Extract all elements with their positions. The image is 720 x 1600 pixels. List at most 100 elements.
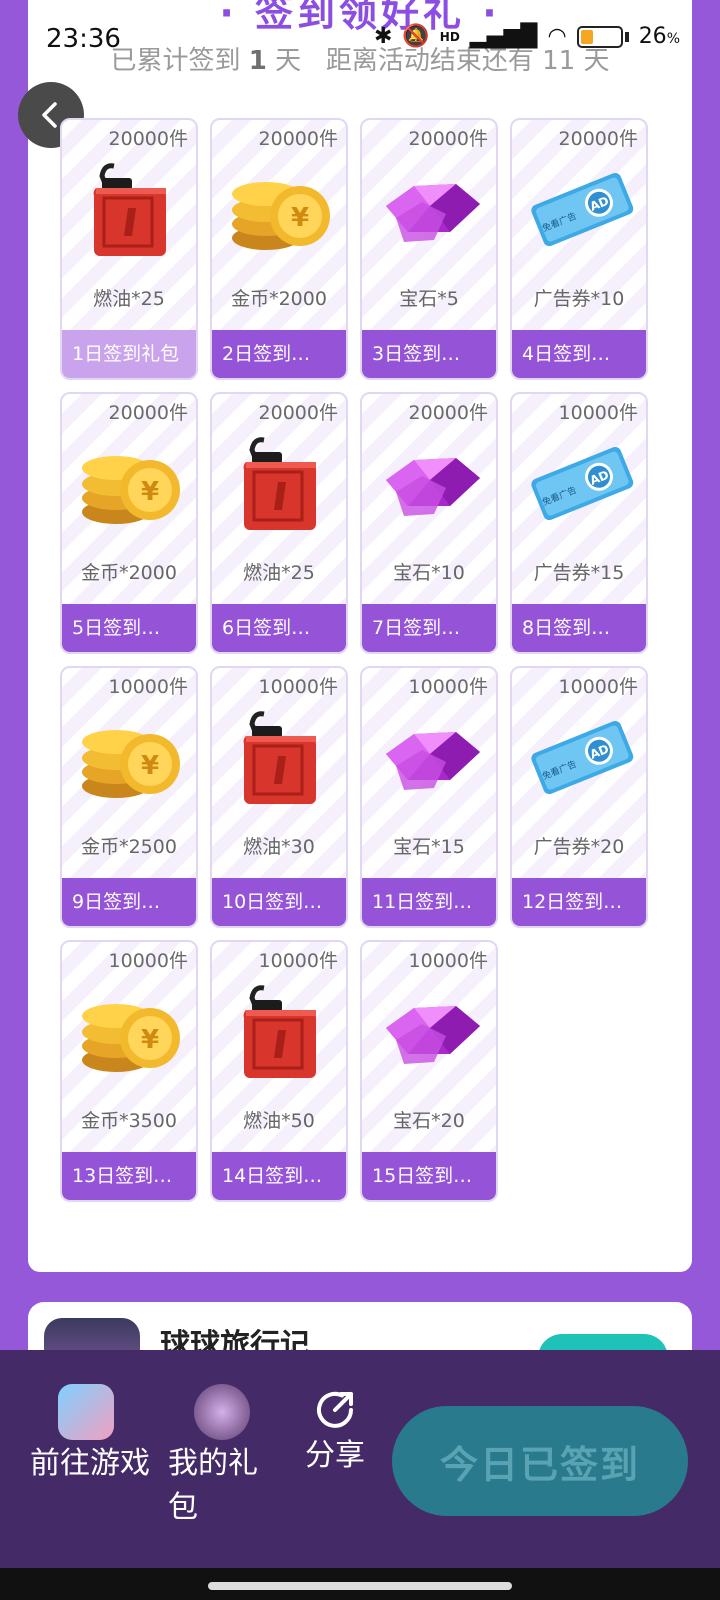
gem-icon [376, 976, 486, 1086]
battery-percent: 26% [638, 24, 680, 49]
reward-day-label: 15日签到… [362, 1152, 496, 1200]
reward-name: 金币*2500 [81, 836, 177, 858]
mute-icon: 🔕 [402, 24, 430, 49]
reward-stock: 20000件 [108, 402, 188, 424]
hd-label: HD [439, 29, 460, 44]
gem-icon [376, 154, 486, 264]
reward-name: 宝石*15 [393, 836, 465, 858]
bottom-action-bar: 前往游戏 我的礼包 分享 今日已签到 [0, 1350, 720, 1568]
reward-stock: 20000件 [558, 128, 638, 150]
reward-day-label: 4日签到… [512, 330, 646, 378]
reward-tile[interactable]: 20000件 宝石*5 3日签到… [360, 118, 498, 380]
reward-stock: 10000件 [258, 676, 338, 698]
gold-coins-icon: ¥ [76, 702, 186, 812]
reward-day-label: 11日签到… [362, 878, 496, 926]
reward-day-label: 6日签到… [212, 604, 346, 652]
reward-name: 燃油*25 [243, 562, 315, 584]
reward-day-label: 7日签到… [362, 604, 496, 652]
reward-tile[interactable]: 10000件 ¥ 金币*3500 13日签到… [60, 940, 198, 1202]
home-indicator [208, 1582, 512, 1590]
reward-day-label: 2日签到… [212, 330, 346, 378]
gold-coins-icon: ¥ [76, 976, 186, 1086]
reward-stock: 10000件 [108, 950, 188, 972]
reward-tile[interactable]: 10000件 AD 免看广告 广告券*15 8日签到… [510, 392, 648, 654]
reward-tile[interactable]: 20000件 ¥ 金币*2000 2日签到… [210, 118, 348, 380]
gesture-bar [0, 1568, 720, 1600]
reward-stock: 10000件 [258, 950, 338, 972]
reward-tile[interactable]: 20000件 宝石*10 7日签到… [360, 392, 498, 654]
gold-coins-icon: ¥ [76, 428, 186, 538]
reward-stock: 10000件 [408, 676, 488, 698]
reward-day-label: 13日签到… [62, 1152, 196, 1200]
reward-stock: 20000件 [108, 128, 188, 150]
reward-stock: 20000件 [408, 402, 488, 424]
reward-tile[interactable]: 10000件 ¥ 金币*2500 9日签到… [60, 666, 198, 928]
share-icon [317, 1391, 353, 1428]
reward-name: 金币*2000 [81, 562, 177, 584]
reward-name: 宝石*20 [393, 1110, 465, 1132]
reward-name: 燃油*50 [243, 1110, 315, 1132]
bluetooth-icon: ✱ [373, 24, 393, 49]
svg-text:¥: ¥ [291, 203, 309, 233]
my-gifts-button[interactable]: 我的礼包 [168, 1384, 278, 1530]
gem-icon [376, 428, 486, 538]
reward-name: 广告券*10 [533, 288, 625, 310]
reward-name: 宝石*10 [393, 562, 465, 584]
status-bar: 23:36 ✱ 🔕 HD ▂▄▆█ ◠ 26% [0, 0, 720, 80]
my-gifts-label: 我的礼包 [168, 1446, 258, 1525]
fuel-can-icon [226, 976, 336, 1086]
wifi-icon: ◠ [547, 24, 567, 49]
reward-name: 广告券*15 [533, 562, 625, 584]
reward-stock: 10000件 [558, 676, 638, 698]
gold-coins-icon: ¥ [226, 154, 336, 264]
ad-ticket-icon: AD 免看广告 [526, 154, 636, 264]
reward-tile[interactable]: 20000件 燃油*25 1日签到礼包 [60, 118, 198, 380]
reward-tile[interactable]: 20000件 燃油*25 6日签到… [210, 392, 348, 654]
ad-ticket-icon: AD 免看广告 [526, 702, 636, 812]
fuel-can-icon [226, 428, 336, 538]
share-button[interactable]: 分享 [300, 1384, 370, 1478]
reward-tile[interactable]: 20000件 ¥ 金币*2000 5日签到… [60, 392, 198, 654]
reward-day-label: 12日签到… [512, 878, 646, 926]
svg-text:¥: ¥ [141, 477, 159, 507]
reward-stock: 10000件 [558, 402, 638, 424]
reward-stock: 10000件 [108, 676, 188, 698]
reward-day-label: 9日签到… [62, 878, 196, 926]
reward-name: 燃油*30 [243, 836, 315, 858]
reward-day-label: 1日签到礼包 [62, 330, 196, 378]
reward-name: 燃油*25 [93, 288, 165, 310]
checked-in-today-button[interactable]: 今日已签到 [392, 1406, 688, 1516]
reward-day-label: 10日签到… [212, 878, 346, 926]
reward-tile[interactable]: 10000件 燃油*30 10日签到… [210, 666, 348, 928]
gift-icon [194, 1384, 250, 1440]
reward-day-label: 5日签到… [62, 604, 196, 652]
reward-tile[interactable]: 20000件 AD 免看广告 广告券*10 4日签到… [510, 118, 648, 380]
reward-tile[interactable]: 10000件 宝石*20 15日签到… [360, 940, 498, 1202]
fuel-can-icon [226, 702, 336, 812]
reward-stock: 20000件 [408, 128, 488, 150]
go-to-game-label: 前往游戏 [30, 1446, 150, 1481]
signal-icon: ▂▄▆█ [469, 24, 538, 49]
reward-name: 宝石*5 [399, 288, 459, 310]
svg-text:¥: ¥ [141, 751, 159, 781]
status-time: 23:36 [46, 24, 121, 54]
reward-day-label: 8日签到… [512, 604, 646, 652]
reward-name: 广告券*20 [533, 836, 625, 858]
reward-stock: 20000件 [258, 128, 338, 150]
game-avatar-icon [58, 1384, 114, 1440]
ad-ticket-icon: AD 免看广告 [526, 428, 636, 538]
share-label: 分享 [305, 1438, 365, 1473]
go-to-game-button[interactable]: 前往游戏 [30, 1384, 150, 1486]
svg-text:¥: ¥ [141, 1025, 159, 1055]
fuel-can-icon [76, 154, 186, 264]
reward-day-label: 3日签到… [362, 330, 496, 378]
reward-name: 金币*3500 [81, 1110, 177, 1132]
reward-tile[interactable]: 10000件 燃油*50 14日签到… [210, 940, 348, 1202]
reward-stock: 10000件 [408, 950, 488, 972]
reward-name: 金币*2000 [231, 288, 327, 310]
reward-tile[interactable]: 10000件 AD 免看广告 广告券*20 12日签到… [510, 666, 648, 928]
reward-stock: 20000件 [258, 402, 338, 424]
gem-icon [376, 702, 486, 812]
reward-tile[interactable]: 10000件 宝石*15 11日签到… [360, 666, 498, 928]
reward-day-label: 14日签到… [212, 1152, 346, 1200]
